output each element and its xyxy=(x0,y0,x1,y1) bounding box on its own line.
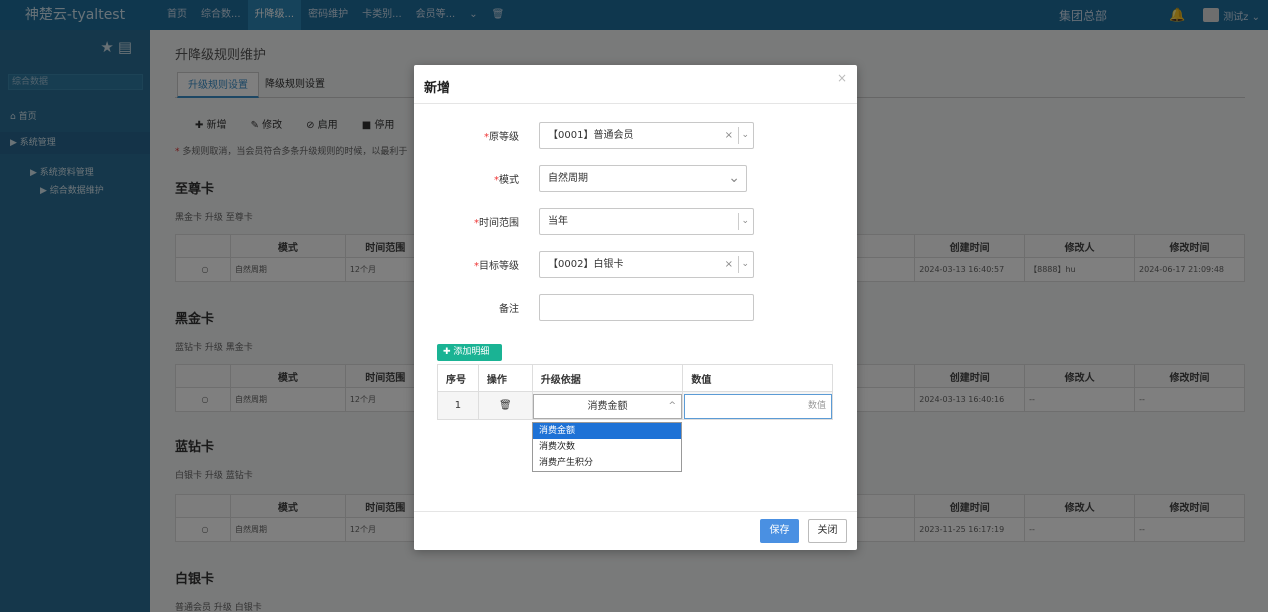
divider xyxy=(414,511,857,512)
trash-icon[interactable]: 🗑 xyxy=(477,391,533,420)
table-header: 序号 xyxy=(437,364,479,392)
close-icon[interactable]: × xyxy=(837,71,847,85)
from-level-select[interactable]: 【0001】普通会员 × ⌄ xyxy=(539,122,754,149)
clear-icon[interactable]: × xyxy=(725,252,733,277)
chevron-down-icon[interactable]: ⌄ xyxy=(741,252,749,277)
row-index: 1 xyxy=(437,391,479,420)
time-range-select[interactable]: 当年 ⌄ xyxy=(539,208,754,235)
mode-label: *模式 xyxy=(494,175,519,186)
table-header: 数值 xyxy=(682,364,833,392)
target-level-select[interactable]: 【0002】白银卡 × ⌄ xyxy=(539,251,754,278)
dialog-title: 新增 xyxy=(424,81,451,96)
chevron-down-icon[interactable]: ⌄ xyxy=(741,123,749,148)
remark-label: 备注 xyxy=(499,304,519,315)
mode-select[interactable]: 自然周期 ⌄ xyxy=(539,165,747,192)
table-header: 操作 xyxy=(477,364,533,392)
add-detail-button[interactable]: ✚ 添加明细 xyxy=(437,344,502,361)
table-header: 升级依据 xyxy=(531,364,684,392)
dropdown-option[interactable]: 消费次数 xyxy=(533,439,681,455)
divider xyxy=(414,103,857,104)
chevron-up-icon[interactable]: ^ xyxy=(668,395,676,418)
cancel-button[interactable]: 关闭 xyxy=(808,519,847,543)
time-range-label: *时间范围 xyxy=(474,218,519,229)
basis-dropdown: 消费金额 消费次数 消费产生积分 xyxy=(532,422,682,472)
dropdown-option[interactable]: 消费金额 xyxy=(533,423,681,439)
basis-select[interactable]: 消费金额 ^ xyxy=(533,394,682,419)
value-input[interactable]: 数值 xyxy=(684,394,832,419)
chevron-down-icon[interactable]: ⌄ xyxy=(728,166,740,191)
target-level-label: *目标等级 xyxy=(474,261,519,272)
add-rule-dialog: 新增 × *原等级 【0001】普通会员 × ⌄ *模式 自然周期 ⌄ *时间范围… xyxy=(414,65,857,550)
clear-icon[interactable]: × xyxy=(725,123,733,148)
chevron-down-icon[interactable]: ⌄ xyxy=(741,209,749,234)
save-button[interactable]: 保存 xyxy=(760,519,799,543)
remark-input[interactable] xyxy=(539,294,754,321)
from-level-label: *原等级 xyxy=(484,132,519,143)
dropdown-option[interactable]: 消费产生积分 xyxy=(533,455,681,471)
